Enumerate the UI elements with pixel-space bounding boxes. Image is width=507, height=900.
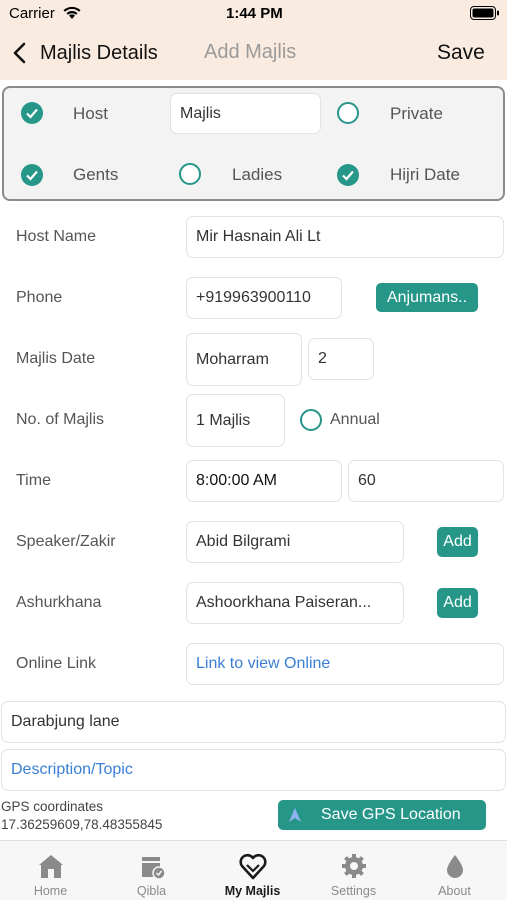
- annual-label: Annual: [330, 411, 380, 428]
- add-ashurkhana-button[interactable]: Add: [437, 588, 478, 618]
- majlis-count-label: No. of Majlis: [16, 411, 105, 428]
- anjumans-button[interactable]: Anjumans..: [376, 283, 478, 312]
- host-type-input[interactable]: Majlis: [170, 93, 321, 134]
- private-label: Private: [390, 104, 443, 123]
- time-input[interactable]: 8:00:00 AM: [186, 460, 342, 502]
- online-link-input[interactable]: Link to view Online: [186, 643, 504, 685]
- address-input[interactable]: Darabjung lane: [1, 701, 506, 743]
- wifi-icon: [62, 5, 82, 25]
- my-majlis-icon: [238, 851, 268, 881]
- hijri-month-select[interactable]: Moharram: [186, 333, 302, 386]
- ladies-label: Ladies: [232, 165, 283, 184]
- carrier-label: Carrier: [9, 5, 55, 22]
- hijri-date-label: Hijri Date: [390, 165, 460, 184]
- back-button[interactable]: Majlis Details: [12, 40, 158, 66]
- majlis-count-select[interactable]: 1 Majlis: [186, 394, 285, 447]
- ashurkhana-input[interactable]: Ashoorkhana Paiseran...: [186, 582, 404, 624]
- host-checkbox[interactable]: [21, 102, 43, 124]
- phone-input[interactable]: +919963900110: [186, 277, 342, 319]
- ladies-radio[interactable]: [179, 163, 201, 185]
- checkmark-icon: [26, 108, 38, 119]
- gents-checkbox[interactable]: [21, 164, 43, 186]
- duration-input[interactable]: 60: [348, 460, 504, 502]
- private-radio[interactable]: [337, 102, 359, 124]
- checkmark-icon: [26, 170, 38, 181]
- speaker-input[interactable]: Abid Bilgrami: [186, 521, 404, 563]
- page-title: Add Majlis: [204, 41, 297, 63]
- host-name-label: Host Name: [16, 228, 97, 245]
- back-label: Majlis Details: [40, 41, 158, 64]
- online-link-label: Online Link: [16, 655, 97, 672]
- tab-about-label: About: [438, 884, 471, 898]
- top-bar: Carrier 1:44 PM Majlis Details Add Majli…: [0, 0, 507, 80]
- gps-coordinates-label: GPS coordinates: [1, 799, 104, 814]
- gents-label: Gents: [73, 165, 119, 184]
- hijri-day-input[interactable]: 2: [308, 338, 374, 380]
- status-time: 1:44 PM: [226, 5, 283, 22]
- save-gps-location-button[interactable]: Save GPS Location: [278, 800, 486, 830]
- majlis-date-label: Majlis Date: [16, 350, 96, 367]
- battery-icon: [470, 6, 500, 25]
- gear-icon: [339, 851, 369, 881]
- tab-about[interactable]: About: [404, 841, 505, 900]
- tab-my-majlis[interactable]: My Majlis: [202, 841, 303, 900]
- checkmark-icon: [342, 170, 354, 181]
- chevron-left-icon: [12, 41, 30, 65]
- tab-qibla-label: Qibla: [136, 884, 167, 898]
- tab-settings[interactable]: Settings: [303, 841, 404, 900]
- save-button[interactable]: Save: [437, 41, 485, 65]
- host-label: Host: [73, 104, 108, 123]
- drop-icon: [440, 851, 470, 881]
- ashurkhana-label: Ashurkhana: [16, 594, 102, 611]
- annual-radio[interactable]: [300, 409, 322, 431]
- add-speaker-button[interactable]: Add: [437, 527, 478, 557]
- qibla-icon: [137, 851, 167, 881]
- time-label: Time: [16, 472, 51, 489]
- tab-my-majlis-label: My Majlis: [224, 884, 281, 898]
- tab-settings-label: Settings: [330, 884, 377, 898]
- phone-label: Phone: [16, 289, 63, 306]
- location-arrow-icon: [287, 807, 303, 823]
- tab-qibla[interactable]: Qibla: [101, 841, 202, 900]
- speaker-label: Speaker/Zakir: [16, 533, 116, 550]
- home-icon: [36, 851, 66, 881]
- tab-home-label: Home: [33, 884, 68, 898]
- gps-coordinates-value: 17.36259609,78.48355845: [1, 817, 163, 832]
- description-input[interactable]: Description/Topic: [1, 749, 506, 791]
- save-gps-location-label: Save GPS Location: [321, 806, 461, 823]
- tab-home[interactable]: Home: [0, 841, 101, 900]
- hijri-date-checkbox[interactable]: [337, 164, 359, 186]
- host-name-input[interactable]: Mir Hasnain Ali Lt: [186, 216, 504, 258]
- tab-bar: Home Qibla My Majlis Settings About: [0, 840, 507, 900]
- options-panel: Host Majlis Private Gents Ladies Hijri D…: [2, 86, 505, 201]
